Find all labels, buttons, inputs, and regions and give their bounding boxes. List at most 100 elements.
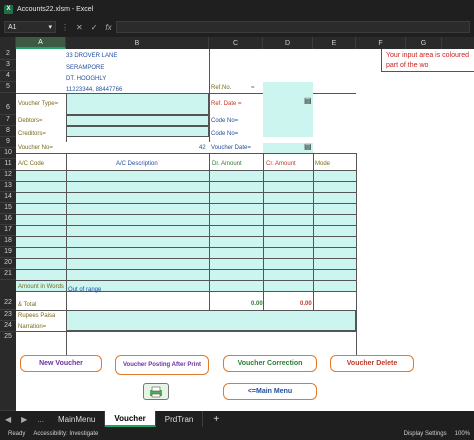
divider bbox=[16, 291, 356, 292]
row-header[interactable]: 4 bbox=[0, 71, 16, 82]
amount-in-words-value: Out of range bbox=[68, 287, 102, 293]
window-title: Accounts22.xlsm - Excel bbox=[17, 5, 94, 13]
print-icon[interactable] bbox=[143, 383, 169, 400]
divider bbox=[16, 214, 356, 215]
rupees-paisa-label: Rupees Paisa bbox=[18, 313, 56, 319]
row-header[interactable]: 7 bbox=[0, 115, 16, 126]
divider bbox=[16, 236, 356, 237]
new-voucher-button[interactable]: New Voucher bbox=[20, 355, 102, 372]
address-line-3: DT. HOOGHLY bbox=[66, 76, 107, 82]
tab-next-icon[interactable]: ▶ bbox=[21, 415, 27, 424]
ref-date-label: Ref. Date = bbox=[211, 101, 242, 107]
debtors-code-input[interactable] bbox=[263, 115, 313, 126]
ac-code-column[interactable] bbox=[16, 170, 66, 291]
formula-input[interactable] bbox=[115, 21, 470, 33]
accessibility-status[interactable]: Accessibility: Investigate bbox=[33, 431, 98, 437]
amount-in-words-label: Amount in Words bbox=[18, 284, 64, 290]
row-header[interactable]: 16 bbox=[0, 214, 16, 225]
row-header[interactable]: 3 bbox=[0, 60, 16, 71]
row-header[interactable]: 21 bbox=[0, 269, 16, 280]
add-sheet-button[interactable]: + bbox=[213, 414, 219, 425]
creditors-label: Creditors= bbox=[18, 131, 46, 137]
title-bar: X Accounts22.xlsm - Excel bbox=[0, 0, 474, 18]
column-header-e[interactable]: E bbox=[313, 37, 356, 49]
excel-logo-icon: X bbox=[4, 4, 13, 14]
divider bbox=[209, 49, 210, 142]
row-header[interactable]: 9 bbox=[0, 137, 16, 148]
voucher-type-input[interactable] bbox=[66, 93, 209, 115]
tab-mainmenu[interactable]: MainMenu bbox=[49, 411, 106, 427]
creditors-input[interactable] bbox=[66, 126, 209, 137]
row-header[interactable]: 12 bbox=[0, 170, 16, 181]
divider bbox=[313, 153, 314, 310]
row-header[interactable]: 6 bbox=[0, 93, 16, 115]
row-header[interactable]: 13 bbox=[0, 181, 16, 192]
calendar-icon[interactable]: ▤ bbox=[304, 142, 312, 152]
header-ac-code: A/C Code bbox=[18, 161, 45, 167]
divider bbox=[16, 247, 356, 248]
row-header[interactable]: 22 bbox=[0, 280, 16, 310]
creditors-code-input[interactable] bbox=[263, 126, 313, 137]
cancel-icon[interactable]: ✕ bbox=[76, 23, 83, 32]
column-header-f[interactable]: F bbox=[356, 37, 406, 49]
row-header[interactable]: 2 bbox=[0, 49, 16, 60]
divider bbox=[16, 225, 356, 226]
row-header[interactable]: 11 bbox=[0, 159, 16, 170]
voucher-delete-button[interactable]: Voucher Delete bbox=[330, 355, 414, 372]
tab-voucher[interactable]: Voucher bbox=[105, 411, 156, 427]
header-mode: Mode bbox=[315, 161, 331, 167]
ref-no-input[interactable] bbox=[263, 82, 313, 93]
voucher-correction-button[interactable]: Voucher Correction bbox=[223, 355, 317, 372]
column-header-d[interactable]: D bbox=[263, 37, 313, 49]
row-header[interactable]: 17 bbox=[0, 225, 16, 236]
display-settings[interactable]: Display Settings bbox=[404, 431, 447, 437]
row-header[interactable]: 20 bbox=[0, 258, 16, 269]
tab-prdtran[interactable]: PrdTran bbox=[156, 411, 204, 427]
worksheet-grid[interactable]: 33 DROVER LANE SERAMPORE DT. HOOGHLY 112… bbox=[16, 49, 474, 411]
row-header[interactable]: 10 bbox=[0, 148, 16, 159]
debtors-code-label: Code No= bbox=[211, 118, 239, 124]
row-header[interactable]: 23 bbox=[0, 310, 16, 321]
address-line-2: SERAMPORE bbox=[66, 65, 105, 71]
narration-input[interactable] bbox=[66, 310, 356, 331]
debtors-label: Debtors= bbox=[18, 118, 43, 124]
chevron-down-icon: ▾ bbox=[48, 24, 52, 31]
voucher-no-value: 42 bbox=[199, 145, 206, 151]
row-header[interactable]: 15 bbox=[0, 203, 16, 214]
debtors-input[interactable] bbox=[66, 115, 209, 126]
zoom-level[interactable]: 100% bbox=[455, 431, 470, 437]
voucher-posting-button[interactable]: Voucher Posting After Print bbox=[115, 355, 209, 375]
row-header[interactable]: 8 bbox=[0, 126, 16, 137]
column-header-b[interactable]: B bbox=[66, 37, 209, 49]
voucher-date-label: Voucher Date= bbox=[211, 145, 251, 151]
column-header-a[interactable]: A bbox=[16, 37, 66, 49]
tab-prev-icon[interactable]: ◀ bbox=[5, 415, 11, 424]
status-ready: Ready bbox=[8, 431, 26, 437]
column-headers: A B C D E F G bbox=[0, 37, 474, 49]
row-header[interactable]: 14 bbox=[0, 192, 16, 203]
row-header[interactable]: 18 bbox=[0, 236, 16, 247]
divider bbox=[16, 181, 356, 182]
row-header[interactable]: 19 bbox=[0, 247, 16, 258]
row-header[interactable]: 5 bbox=[0, 82, 16, 93]
tab-more[interactable]: ... bbox=[37, 415, 44, 424]
formula-bar: A1 ▾ ⋮ ✕ ✓ fx bbox=[0, 20, 474, 34]
select-all-corner[interactable] bbox=[0, 37, 16, 49]
row-header[interactable]: 24 bbox=[0, 321, 16, 332]
ref-no-eq: = bbox=[251, 85, 255, 91]
column-header-c[interactable]: C bbox=[209, 37, 263, 49]
input-area-note: Your input area is coloured part of the … bbox=[381, 49, 474, 72]
insert-function-icon[interactable]: fx bbox=[105, 23, 111, 32]
enter-icon[interactable]: ✓ bbox=[91, 23, 98, 32]
divider bbox=[16, 269, 356, 270]
name-box[interactable]: A1 ▾ bbox=[4, 21, 56, 33]
divider bbox=[16, 280, 356, 281]
divider bbox=[356, 153, 357, 359]
divider bbox=[16, 153, 356, 154]
divider bbox=[16, 170, 356, 171]
calendar-icon[interactable]: ▤ bbox=[304, 96, 312, 106]
main-menu-button[interactable]: <=Main Menu bbox=[223, 383, 317, 400]
row-header[interactable]: 25 bbox=[0, 332, 16, 411]
column-header-g[interactable]: G bbox=[406, 37, 442, 49]
sheet-tabs-bar: ◀ ▶ ... MainMenu Voucher PrdTran + bbox=[0, 411, 474, 427]
